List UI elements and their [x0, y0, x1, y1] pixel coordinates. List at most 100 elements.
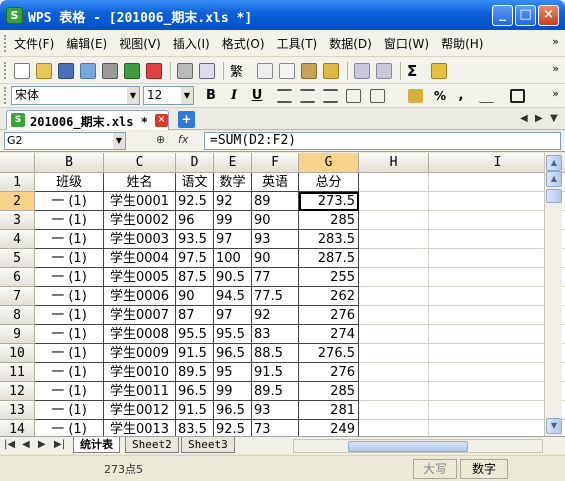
- close-button[interactable]: ×: [538, 5, 559, 26]
- row-header[interactable]: 9: [0, 325, 35, 344]
- table-cell[interactable]: 100: [214, 249, 252, 268]
- table-cell[interactable]: [359, 211, 429, 230]
- table-cell[interactable]: 学生0010: [104, 363, 176, 382]
- column-title-cell[interactable]: 数学: [214, 173, 252, 192]
- autosum-icon[interactable]: Σ: [407, 62, 417, 80]
- table-cell[interactable]: 274: [299, 325, 359, 344]
- menu-item[interactable]: 插入(I): [173, 35, 210, 52]
- percent-button[interactable]: %: [431, 87, 449, 105]
- table-cell[interactable]: 95.5: [214, 325, 252, 344]
- table-cell[interactable]: 一 (1): [35, 268, 104, 287]
- table-cell[interactable]: 90.5: [214, 268, 252, 287]
- column-header[interactable]: H: [359, 153, 429, 173]
- underline-button[interactable]: U: [248, 87, 266, 105]
- row-header[interactable]: 2: [0, 192, 35, 211]
- table-cell[interactable]: 学生0005: [104, 268, 176, 287]
- table-cell[interactable]: 77: [252, 268, 299, 287]
- table-cell[interactable]: 87.5: [176, 268, 214, 287]
- row-header[interactable]: 6: [0, 268, 35, 287]
- table-cell[interactable]: 学生0002: [104, 211, 176, 230]
- sheet-tab-sheet2[interactable]: Sheet2: [125, 437, 179, 453]
- table-cell[interactable]: 96: [176, 211, 214, 230]
- pdf-icon[interactable]: [146, 62, 162, 79]
- table-cell[interactable]: 89.5: [252, 382, 299, 401]
- toolbar-grip[interactable]: [4, 35, 7, 52]
- table-cell[interactable]: 一 (1): [35, 192, 104, 211]
- scroll-down-icon[interactable]: ▼: [546, 418, 562, 434]
- table-cell[interactable]: 285: [299, 382, 359, 401]
- chevron-down-icon[interactable]: ▼: [127, 87, 139, 104]
- row-header[interactable]: 5: [0, 249, 35, 268]
- undo-icon[interactable]: [354, 62, 371, 79]
- font-size-select[interactable]: 12 ▼: [143, 86, 194, 105]
- table-cell[interactable]: 276: [299, 306, 359, 325]
- table-cell[interactable]: [359, 192, 429, 211]
- table-cell[interactable]: 一 (1): [35, 344, 104, 363]
- table-cell[interactable]: [359, 325, 429, 344]
- table-cell[interactable]: 273.5: [299, 192, 359, 211]
- merge-center-icon[interactable]: [346, 89, 361, 103]
- table-cell[interactable]: [359, 249, 429, 268]
- table-cell[interactable]: 一 (1): [35, 401, 104, 420]
- table-cell[interactable]: 83: [252, 325, 299, 344]
- column-header[interactable]: F: [252, 153, 299, 173]
- table-cell[interactable]: 92.5: [176, 192, 214, 211]
- table-cell[interactable]: 学生0003: [104, 230, 176, 249]
- table-cell[interactable]: 学生0011: [104, 382, 176, 401]
- table-cell[interactable]: [359, 287, 429, 306]
- chevron-down-icon[interactable]: ▼: [113, 133, 125, 149]
- row-header[interactable]: 13: [0, 401, 35, 420]
- column-header[interactable]: E: [214, 153, 252, 173]
- increase-decimal-icon[interactable]: [479, 89, 494, 103]
- table-cell[interactable]: 95: [214, 363, 252, 382]
- currency-icon[interactable]: [408, 89, 423, 103]
- table-cell[interactable]: 276.5: [299, 344, 359, 363]
- chevron-down-icon[interactable]: ▼: [181, 87, 193, 104]
- table-cell[interactable]: 276: [299, 363, 359, 382]
- print-icon[interactable]: [177, 62, 193, 79]
- prev-sheet-icon[interactable]: ◀: [22, 439, 30, 450]
- align-center-icon[interactable]: [300, 89, 315, 103]
- toolbar-grip[interactable]: [4, 87, 7, 104]
- scroll-page-up-icon[interactable]: ▲: [546, 171, 562, 187]
- redo-icon[interactable]: [376, 62, 393, 79]
- column-header[interactable]: C: [104, 153, 176, 173]
- paste-icon[interactable]: [301, 62, 318, 79]
- table-cell[interactable]: 97: [214, 230, 252, 249]
- bold-button[interactable]: B: [202, 87, 220, 105]
- menu-item[interactable]: 编辑(E): [66, 35, 107, 52]
- permission-icon[interactable]: [102, 62, 118, 79]
- align-left-icon[interactable]: [277, 89, 292, 103]
- table-cell[interactable]: 93: [252, 401, 299, 420]
- table-cell[interactable]: 93.5: [176, 230, 214, 249]
- horizontal-scroll-thumb[interactable]: [348, 441, 468, 452]
- table-cell[interactable]: [359, 401, 429, 420]
- menu-overflow-icon[interactable]: »: [552, 35, 559, 48]
- table-cell[interactable]: 89: [252, 192, 299, 211]
- tab-list-icon[interactable]: ▼: [550, 113, 558, 124]
- toolbar-overflow-icon[interactable]: »: [552, 62, 559, 75]
- column-header[interactable]: D: [176, 153, 214, 173]
- cut-icon[interactable]: [257, 62, 274, 79]
- new-file-icon[interactable]: [14, 62, 30, 79]
- table-cell[interactable]: [359, 230, 429, 249]
- table-cell[interactable]: 一 (1): [35, 363, 104, 382]
- table-cell[interactable]: 93: [252, 230, 299, 249]
- next-sheet-icon[interactable]: ▶: [38, 439, 46, 450]
- table-cell[interactable]: 99: [214, 211, 252, 230]
- vertical-scrollbar[interactable]: ▲ ▲ ▼: [544, 153, 562, 436]
- insert-function-icon[interactable]: fx: [178, 133, 188, 146]
- table-cell[interactable]: 一 (1): [35, 249, 104, 268]
- export-icon[interactable]: [124, 62, 140, 79]
- table-cell[interactable]: 96.5: [214, 401, 252, 420]
- table-cell[interactable]: 一 (1): [35, 287, 104, 306]
- row-header[interactable]: 8: [0, 306, 35, 325]
- table-cell[interactable]: 92: [252, 306, 299, 325]
- table-cell[interactable]: 283.5: [299, 230, 359, 249]
- minimize-button[interactable]: _: [492, 5, 513, 26]
- column-title-cell[interactable]: 语文: [176, 173, 214, 192]
- table-cell[interactable]: 255: [299, 268, 359, 287]
- menu-item[interactable]: 数据(D): [329, 35, 372, 52]
- table-cell[interactable]: 97.5: [176, 249, 214, 268]
- scroll-up-icon[interactable]: ▲: [546, 155, 562, 171]
